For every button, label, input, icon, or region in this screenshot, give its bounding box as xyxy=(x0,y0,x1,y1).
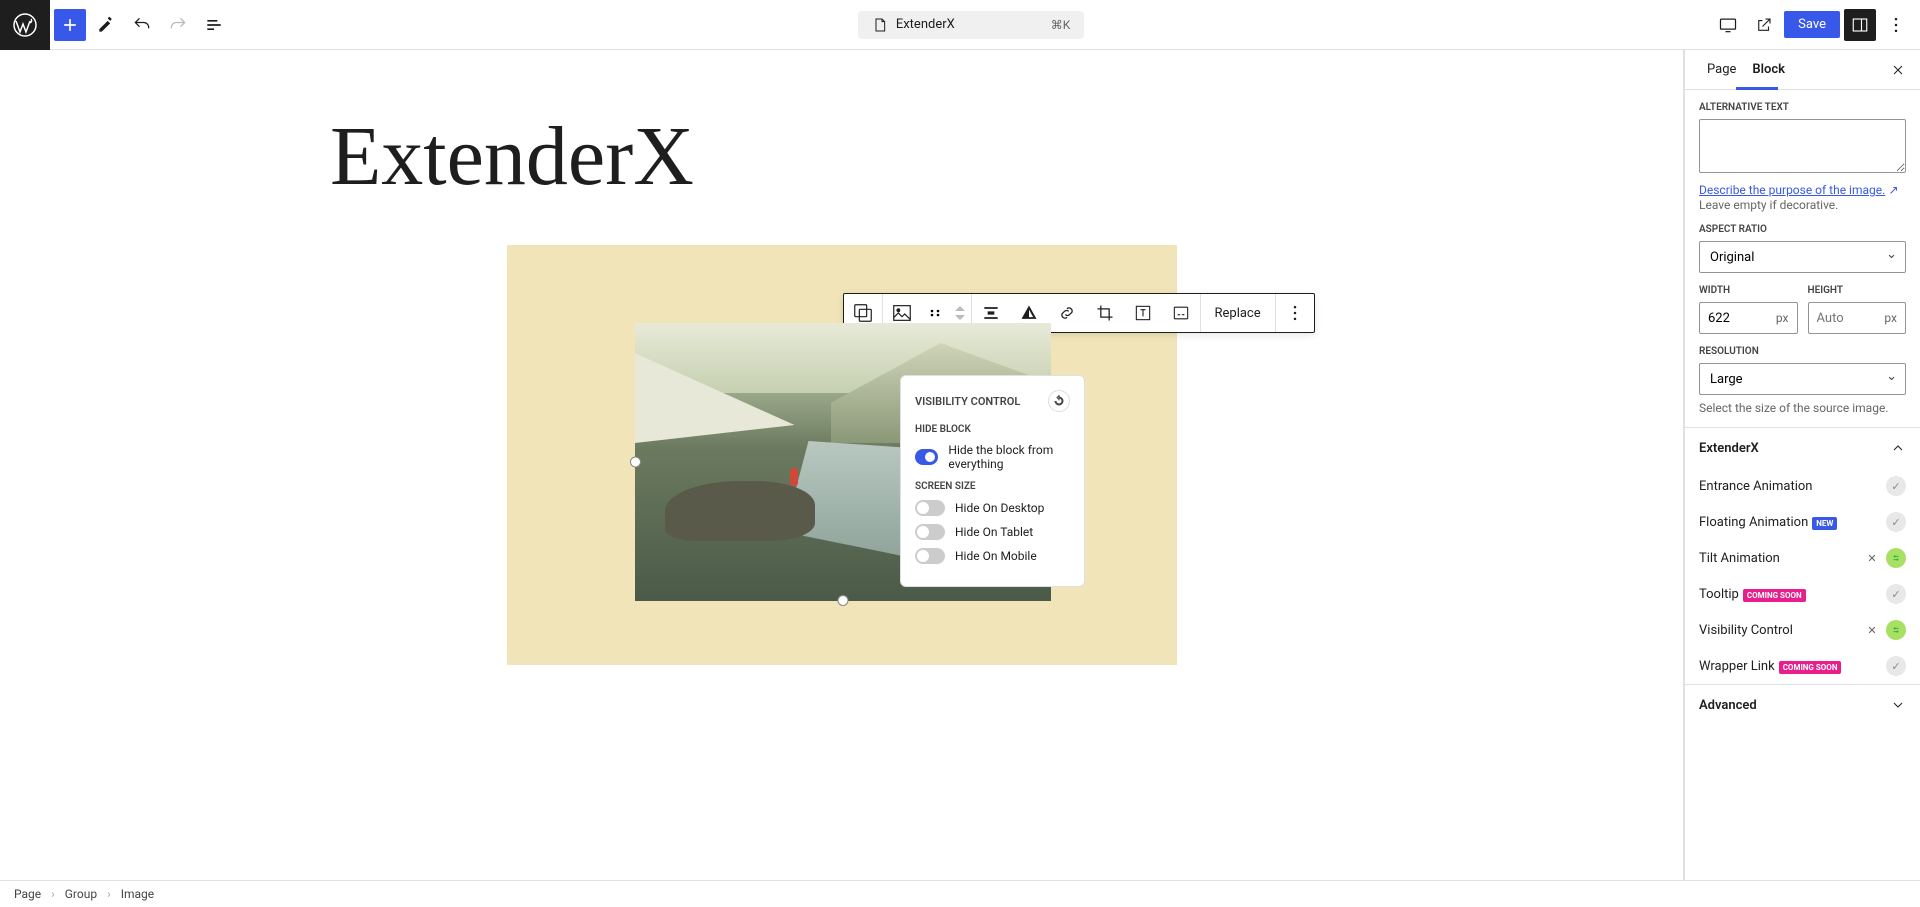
screen-size-label: SCREEN SIZE xyxy=(915,481,1070,492)
alt-text-input[interactable] xyxy=(1699,119,1906,173)
kbd-hint: ⌘K xyxy=(1051,18,1071,32)
wp-logo[interactable] xyxy=(0,0,50,50)
new-badge: NEW xyxy=(1812,517,1837,530)
block-more-button[interactable] xyxy=(1276,294,1314,332)
extenderx-panel-header[interactable]: ExtenderX xyxy=(1685,427,1920,468)
height-label: HEIGHT xyxy=(1808,285,1907,296)
hide-desktop-toggle[interactable] xyxy=(915,500,945,516)
hide-tablet-toggle[interactable] xyxy=(915,524,945,540)
extenderx-title: ExtenderX xyxy=(1699,441,1759,456)
chevron-up-icon xyxy=(1890,440,1906,456)
width-input[interactable] xyxy=(1700,311,1768,326)
breadcrumb-item[interactable]: Group xyxy=(65,887,97,901)
crop-button[interactable] xyxy=(1086,294,1124,332)
tilt-animation-row[interactable]: Tilt Animation✕ xyxy=(1685,540,1920,576)
check-icon[interactable]: ✓ xyxy=(1886,656,1906,676)
settings-panel-toggle[interactable] xyxy=(1844,9,1876,41)
link-button[interactable] xyxy=(1048,294,1086,332)
check-icon[interactable]: ✓ xyxy=(1886,584,1906,604)
visibility-control-row[interactable]: Visibility Control✕ xyxy=(1685,612,1920,648)
resolution-select[interactable]: Large xyxy=(1699,363,1906,395)
floating-animation-row[interactable]: Floating AnimationNEW✓ xyxy=(1685,504,1920,540)
height-input[interactable] xyxy=(1809,311,1877,326)
check-icon[interactable]: ✓ xyxy=(1886,476,1906,496)
advanced-panel-header[interactable]: Advanced xyxy=(1685,684,1920,725)
resize-handle-bottom[interactable] xyxy=(837,595,848,606)
coming-soon-badge: COMING SOON xyxy=(1779,661,1842,674)
remove-icon[interactable]: ✕ xyxy=(1862,548,1882,568)
width-unit: px xyxy=(1768,311,1797,325)
settings-sidebar: Page Block ALTERNATIVE TEXT Describe the… xyxy=(1684,50,1920,880)
page-icon xyxy=(872,17,888,33)
wrapper-link-row[interactable]: Wrapper LinkCOMING SOON✓ xyxy=(1685,648,1920,684)
alt-text-link[interactable]: Describe the purpose of the image. xyxy=(1699,183,1885,197)
resolution-label: RESOLUTION xyxy=(1699,346,1906,357)
hide-everything-toggle[interactable] xyxy=(915,449,938,465)
document-title: ExtenderX xyxy=(896,17,955,32)
resolution-hint: Select the size of the source image. xyxy=(1699,401,1906,415)
popover-title: VISIBILITY CONTROL xyxy=(915,395,1020,408)
hide-mobile-toggle[interactable] xyxy=(915,548,945,564)
open-external-button[interactable] xyxy=(1748,9,1780,41)
redo-button[interactable] xyxy=(162,9,194,41)
add-block-button[interactable] xyxy=(54,9,86,41)
page-title[interactable]: ExtenderX xyxy=(330,108,1683,205)
aspect-ratio-select[interactable]: Original xyxy=(1699,241,1906,273)
remove-icon[interactable]: ✕ xyxy=(1862,620,1882,640)
document-overview-button[interactable] xyxy=(198,9,230,41)
editor-canvas[interactable]: ExtenderX Replace xyxy=(0,50,1684,880)
aspect-ratio-label: ASPECT RATIO xyxy=(1699,224,1906,235)
check-icon[interactable]: ✓ xyxy=(1886,512,1906,532)
settings-chip-icon[interactable] xyxy=(1886,620,1906,640)
tooltip-row[interactable]: TooltipCOMING SOON✓ xyxy=(1685,576,1920,612)
settings-chip-icon[interactable] xyxy=(1886,548,1906,568)
undo-button[interactable] xyxy=(126,9,158,41)
hide-block-label: HIDE BLOCK xyxy=(915,424,1070,435)
width-label: WIDTH xyxy=(1699,285,1798,296)
edit-mode-button[interactable] xyxy=(90,9,122,41)
hide-everything-label: Hide the block from everything xyxy=(948,443,1070,471)
hide-mobile-label: Hide On Mobile xyxy=(955,549,1037,563)
breadcrumb-item[interactable]: Image xyxy=(121,887,154,901)
breadcrumb-item[interactable]: Page xyxy=(14,887,41,901)
advanced-title: Advanced xyxy=(1699,698,1757,713)
tab-block[interactable]: Block xyxy=(1744,52,1793,87)
reset-button[interactable] xyxy=(1048,390,1070,412)
entrance-animation-row[interactable]: Entrance Animation✓ xyxy=(1685,468,1920,504)
view-desktop-button[interactable] xyxy=(1712,9,1744,41)
breadcrumb: Page› Group› Image xyxy=(0,880,1920,907)
chevron-down-icon xyxy=(1890,697,1906,713)
hide-tablet-label: Hide On Tablet xyxy=(955,525,1033,539)
alt-text-hint: Leave empty if decorative. xyxy=(1699,198,1906,212)
caption-button[interactable] xyxy=(1162,294,1200,332)
close-sidebar-button[interactable] xyxy=(1890,62,1906,78)
tab-page[interactable]: Page xyxy=(1699,52,1744,87)
text-overlay-button[interactable] xyxy=(1124,294,1162,332)
resize-handle-left[interactable] xyxy=(630,457,641,468)
alt-text-label: ALTERNATIVE TEXT xyxy=(1699,102,1906,113)
more-menu-button[interactable] xyxy=(1880,9,1912,41)
visibility-control-popover: VISIBILITY CONTROL HIDE BLOCK Hide the b… xyxy=(900,375,1085,587)
replace-button[interactable]: Replace xyxy=(1201,294,1275,332)
hide-desktop-label: Hide On Desktop xyxy=(955,501,1044,515)
external-icon: ↗ xyxy=(1889,183,1899,197)
document-title-button[interactable]: ExtenderX ⌘K xyxy=(858,11,1084,39)
height-unit: px xyxy=(1876,311,1905,325)
coming-soon-badge: COMING SOON xyxy=(1743,589,1806,602)
save-button[interactable]: Save xyxy=(1784,11,1840,38)
topbar: ExtenderX ⌘K Save xyxy=(0,0,1920,50)
